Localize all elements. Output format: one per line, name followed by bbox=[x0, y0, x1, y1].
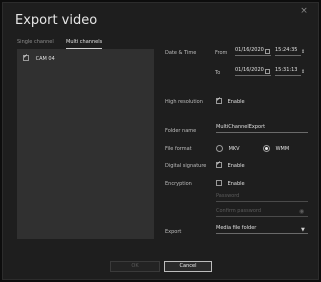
folder-name-input[interactable]: MultiChannelExport bbox=[216, 123, 308, 133]
cancel-button[interactable]: Cancel bbox=[164, 261, 212, 272]
confirm-password-input[interactable]: Confirm password bbox=[216, 207, 308, 217]
high-resolution-toggle[interactable]: Enable bbox=[216, 96, 245, 105]
file-format-label: File format bbox=[165, 146, 192, 152]
password-input[interactable]: Password bbox=[216, 192, 308, 202]
digital-signature-label: Digital signature bbox=[165, 163, 207, 169]
calendar-icon[interactable] bbox=[265, 49, 270, 54]
dialog-title: Export video bbox=[15, 13, 98, 28]
checkbox-icon[interactable] bbox=[216, 96, 222, 104]
checkbox-icon[interactable] bbox=[216, 180, 222, 186]
format-option-mkv[interactable]: MKV bbox=[216, 145, 240, 152]
close-icon[interactable]: × bbox=[299, 6, 309, 16]
digital-signature-toggle[interactable]: Enable bbox=[216, 160, 245, 169]
ok-button[interactable]: OK bbox=[110, 261, 160, 272]
channel-item-cam-04[interactable]: CAM 04 bbox=[23, 53, 55, 62]
date-time-label: Date & Time bbox=[165, 50, 197, 56]
format-label: MKV bbox=[228, 146, 240, 152]
radio-icon[interactable] bbox=[216, 145, 223, 152]
chevron-down-icon[interactable]: ▼ bbox=[301, 227, 305, 233]
eye-icon[interactable]: ◉ bbox=[299, 208, 304, 215]
from-time-field[interactable]: 15:24:35 bbox=[275, 46, 301, 56]
radio-icon[interactable] bbox=[263, 145, 270, 152]
enable-label: Enable bbox=[227, 98, 245, 105]
tab-single-channel[interactable]: Single channel bbox=[17, 39, 54, 45]
to-time-field[interactable]: 15:31:13 bbox=[275, 66, 301, 76]
channel-label: CAM 04 bbox=[35, 55, 55, 62]
time-spinner-icon[interactable]: ⇕ bbox=[301, 49, 305, 55]
high-resolution-label: High resolution bbox=[165, 99, 203, 105]
tab-multi-channels[interactable]: Multi channels bbox=[66, 39, 103, 49]
format-label: WMM bbox=[275, 146, 290, 152]
export-video-dialog: × Export video Single channel Multi chan… bbox=[2, 2, 319, 280]
calendar-icon[interactable] bbox=[265, 69, 270, 74]
checkbox-icon[interactable] bbox=[23, 53, 29, 61]
checkbox-icon[interactable] bbox=[216, 160, 222, 168]
to-label: To bbox=[215, 70, 221, 76]
enable-label: Enable bbox=[227, 162, 245, 169]
folder-name-label: Folder name bbox=[165, 128, 197, 134]
channel-list: CAM 04 bbox=[17, 49, 154, 239]
enable-label: Enable bbox=[227, 180, 245, 187]
encryption-toggle[interactable]: Enable bbox=[216, 180, 245, 187]
from-label: From bbox=[215, 50, 228, 56]
export-destination-select[interactable]: Media file folder bbox=[216, 224, 308, 234]
encryption-label: Encryption bbox=[165, 181, 192, 187]
time-spinner-icon[interactable]: ⇕ bbox=[301, 69, 305, 75]
format-option-wmm[interactable]: WMM bbox=[263, 145, 289, 152]
export-label: Export bbox=[165, 229, 182, 235]
